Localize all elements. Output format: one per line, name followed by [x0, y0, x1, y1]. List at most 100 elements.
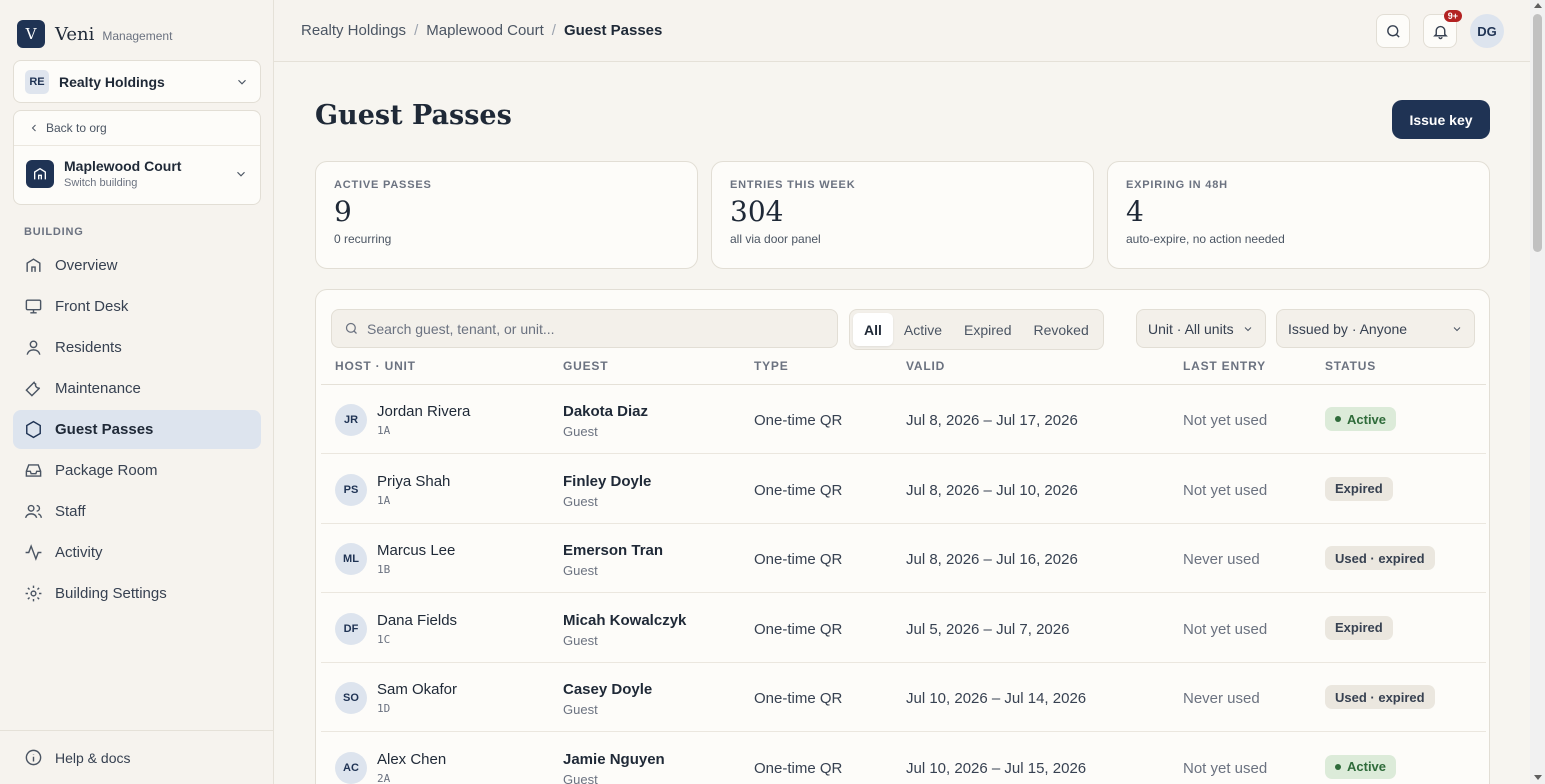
hexagon-icon [26, 420, 41, 439]
status-dot [1335, 763, 1341, 770]
search-input[interactable] [367, 320, 807, 337]
status-label: Active [1347, 411, 1387, 427]
status-label: Active [1347, 759, 1387, 774]
breadcrumb-building[interactable]: Maplewood Court [426, 22, 544, 39]
org-switcher[interactable]: RE Realty Holdings [13, 60, 261, 103]
chevron-down-icon [238, 79, 246, 85]
sidebar-item-label: Overview [55, 257, 118, 274]
org-badge: RE [25, 69, 49, 94]
column-header-type[interactable]: TYPE [754, 359, 789, 373]
topbar: Realty Holdings / Maplewood Court / Gues… [274, 0, 1530, 62]
sidebar-item-label: Maintenance [55, 380, 141, 397]
last-entry: Never used [1183, 551, 1260, 568]
sidebar-item-activity[interactable]: Activity [13, 533, 261, 572]
column-header-status[interactable]: STATUS [1325, 359, 1376, 373]
host-name: Sam Okafor [377, 681, 458, 698]
table-row[interactable]: PS Priya Shah 1A Finley Doyle Guest One-time … [321, 455, 1486, 524]
sidebar-item-building-settings[interactable]: Building Settings [13, 574, 261, 613]
tab-revoked[interactable]: Revoked [1022, 313, 1099, 346]
host-unit: 1C [377, 632, 391, 646]
issue-key-button[interactable]: Issue key [1392, 100, 1490, 139]
sidebar-item-staff[interactable]: Staff [13, 492, 261, 531]
search-icon [1386, 24, 1400, 38]
sidebar-item-package-room[interactable]: Package Room [13, 451, 261, 490]
unit-filter-value: Unit · All units [1148, 320, 1234, 337]
status-badge: Expired [1325, 476, 1393, 501]
page-scrollbar[interactable] [1530, 0, 1545, 784]
sidebar-item-guest-passes[interactable]: Guest Passes [13, 410, 261, 449]
guest-role: Guest [563, 493, 598, 509]
sidebar-item-maintenance[interactable]: Maintenance [13, 369, 261, 408]
brand[interactable]: V Veni Management [17, 20, 172, 48]
status-badge: Used · expired [1325, 546, 1435, 570]
column-header-host[interactable]: HOST · UNIT [335, 359, 416, 373]
building-icon [26, 159, 54, 188]
host-avatar: ML [335, 543, 367, 575]
pass-type: One-time QR [754, 551, 843, 568]
brand-sub: Management [102, 28, 173, 43]
unit-filter-dropdown[interactable]: Unit · All units [1136, 309, 1266, 348]
table-row[interactable]: DF Dana Fields 1C Micah Kowalczyk Guest One-t… [321, 594, 1486, 663]
notifications-button[interactable]: 9+ [1423, 10, 1462, 48]
sidebar-item-label: Package Room [55, 462, 158, 479]
tab-all[interactable]: All [853, 313, 893, 346]
host-unit: 1D [377, 702, 391, 715]
search-field[interactable] [331, 309, 838, 348]
status-label: Used · expired [1335, 550, 1425, 566]
stat-label: EXPIRING IN 48H [1126, 179, 1228, 191]
scroll-down-arrow[interactable] [1534, 775, 1542, 780]
sidebar-item-label: Building Settings [55, 585, 167, 602]
stat-sub: 0 recurring [334, 232, 392, 246]
table-row[interactable]: ML Marcus Lee 1B Emerson Tran Guest One-time … [321, 524, 1486, 593]
stat-card-active-passes: ACTIVE PASSES 9 0 recurring [315, 161, 698, 269]
stat-value: 304 [730, 195, 784, 228]
tab-active[interactable]: Active [893, 313, 953, 346]
last-entry: Never used [1183, 690, 1260, 707]
sidebar-item-residents[interactable]: Residents [13, 328, 261, 367]
last-entry: Not yet used [1183, 620, 1268, 638]
sidebar: V Veni Management RE Realty Holdings Bac… [0, 0, 274, 784]
table-row[interactable]: AC Alex Chen 2A Jamie Nguyen Guest One-time Q… [321, 733, 1486, 784]
back-to-org-link[interactable]: Back to org [14, 111, 260, 146]
column-header-last-entry[interactable]: LAST ENTRY [1183, 359, 1266, 373]
column-header-valid[interactable]: VALID [906, 359, 945, 373]
org-name: Realty Holdings [59, 73, 165, 90]
status-label: Expired [1335, 481, 1383, 496]
gear-icon [25, 585, 42, 602]
back-to-org-label: Back to org [46, 121, 107, 135]
status-badge: Active [1325, 754, 1397, 779]
scroll-up-arrow[interactable] [1534, 3, 1542, 8]
stat-sub: all via door panel [730, 232, 821, 246]
info-icon [25, 749, 42, 766]
table-row[interactable]: SO Sam Okafor 1D Casey Doyle Guest One-time Q… [321, 663, 1486, 732]
guest-role: Guest [563, 424, 598, 439]
status-badge: Active [1325, 407, 1397, 431]
pass-type: One-time QR [754, 759, 843, 777]
tab-expired[interactable]: Expired [953, 313, 1022, 346]
breadcrumb-current: Guest Passes [563, 22, 663, 39]
status-dot [1335, 416, 1341, 422]
building-select[interactable]: Maplewood Court Switch building [14, 146, 260, 189]
sidebar-item-overview[interactable]: Overview [13, 246, 261, 285]
host-name: Dana Fields [377, 611, 458, 629]
breadcrumb-org[interactable]: Realty Holdings [301, 22, 406, 39]
status-label: Expired [1335, 620, 1383, 635]
help-docs-link[interactable]: Help & docs [0, 730, 273, 784]
monitor-icon [25, 299, 42, 314]
sidebar-item-front-desk[interactable]: Front Desk [13, 287, 261, 326]
inbox-icon [25, 464, 42, 477]
scroll-thumb[interactable] [1533, 14, 1542, 252]
status-label: Used · expired [1335, 689, 1425, 705]
host-unit: 1A [377, 493, 391, 507]
guest-role: Guest [563, 563, 598, 578]
issuer-filter-dropdown[interactable]: Issued by · Anyone [1276, 309, 1475, 348]
table-row[interactable]: JR Jordan Rivera 1A Dakota Diaz Guest One-tim… [321, 385, 1486, 454]
column-header-guest[interactable]: GUEST [563, 359, 608, 373]
page-title: Guest Passes [315, 100, 512, 131]
user-avatar[interactable]: DG [1470, 14, 1504, 48]
notification-count-badge: 9+ [1443, 10, 1462, 22]
host-avatar: DF [335, 612, 367, 645]
users-icon [24, 504, 43, 519]
host-unit: 2A [377, 771, 391, 784]
search-button[interactable] [1376, 14, 1410, 48]
